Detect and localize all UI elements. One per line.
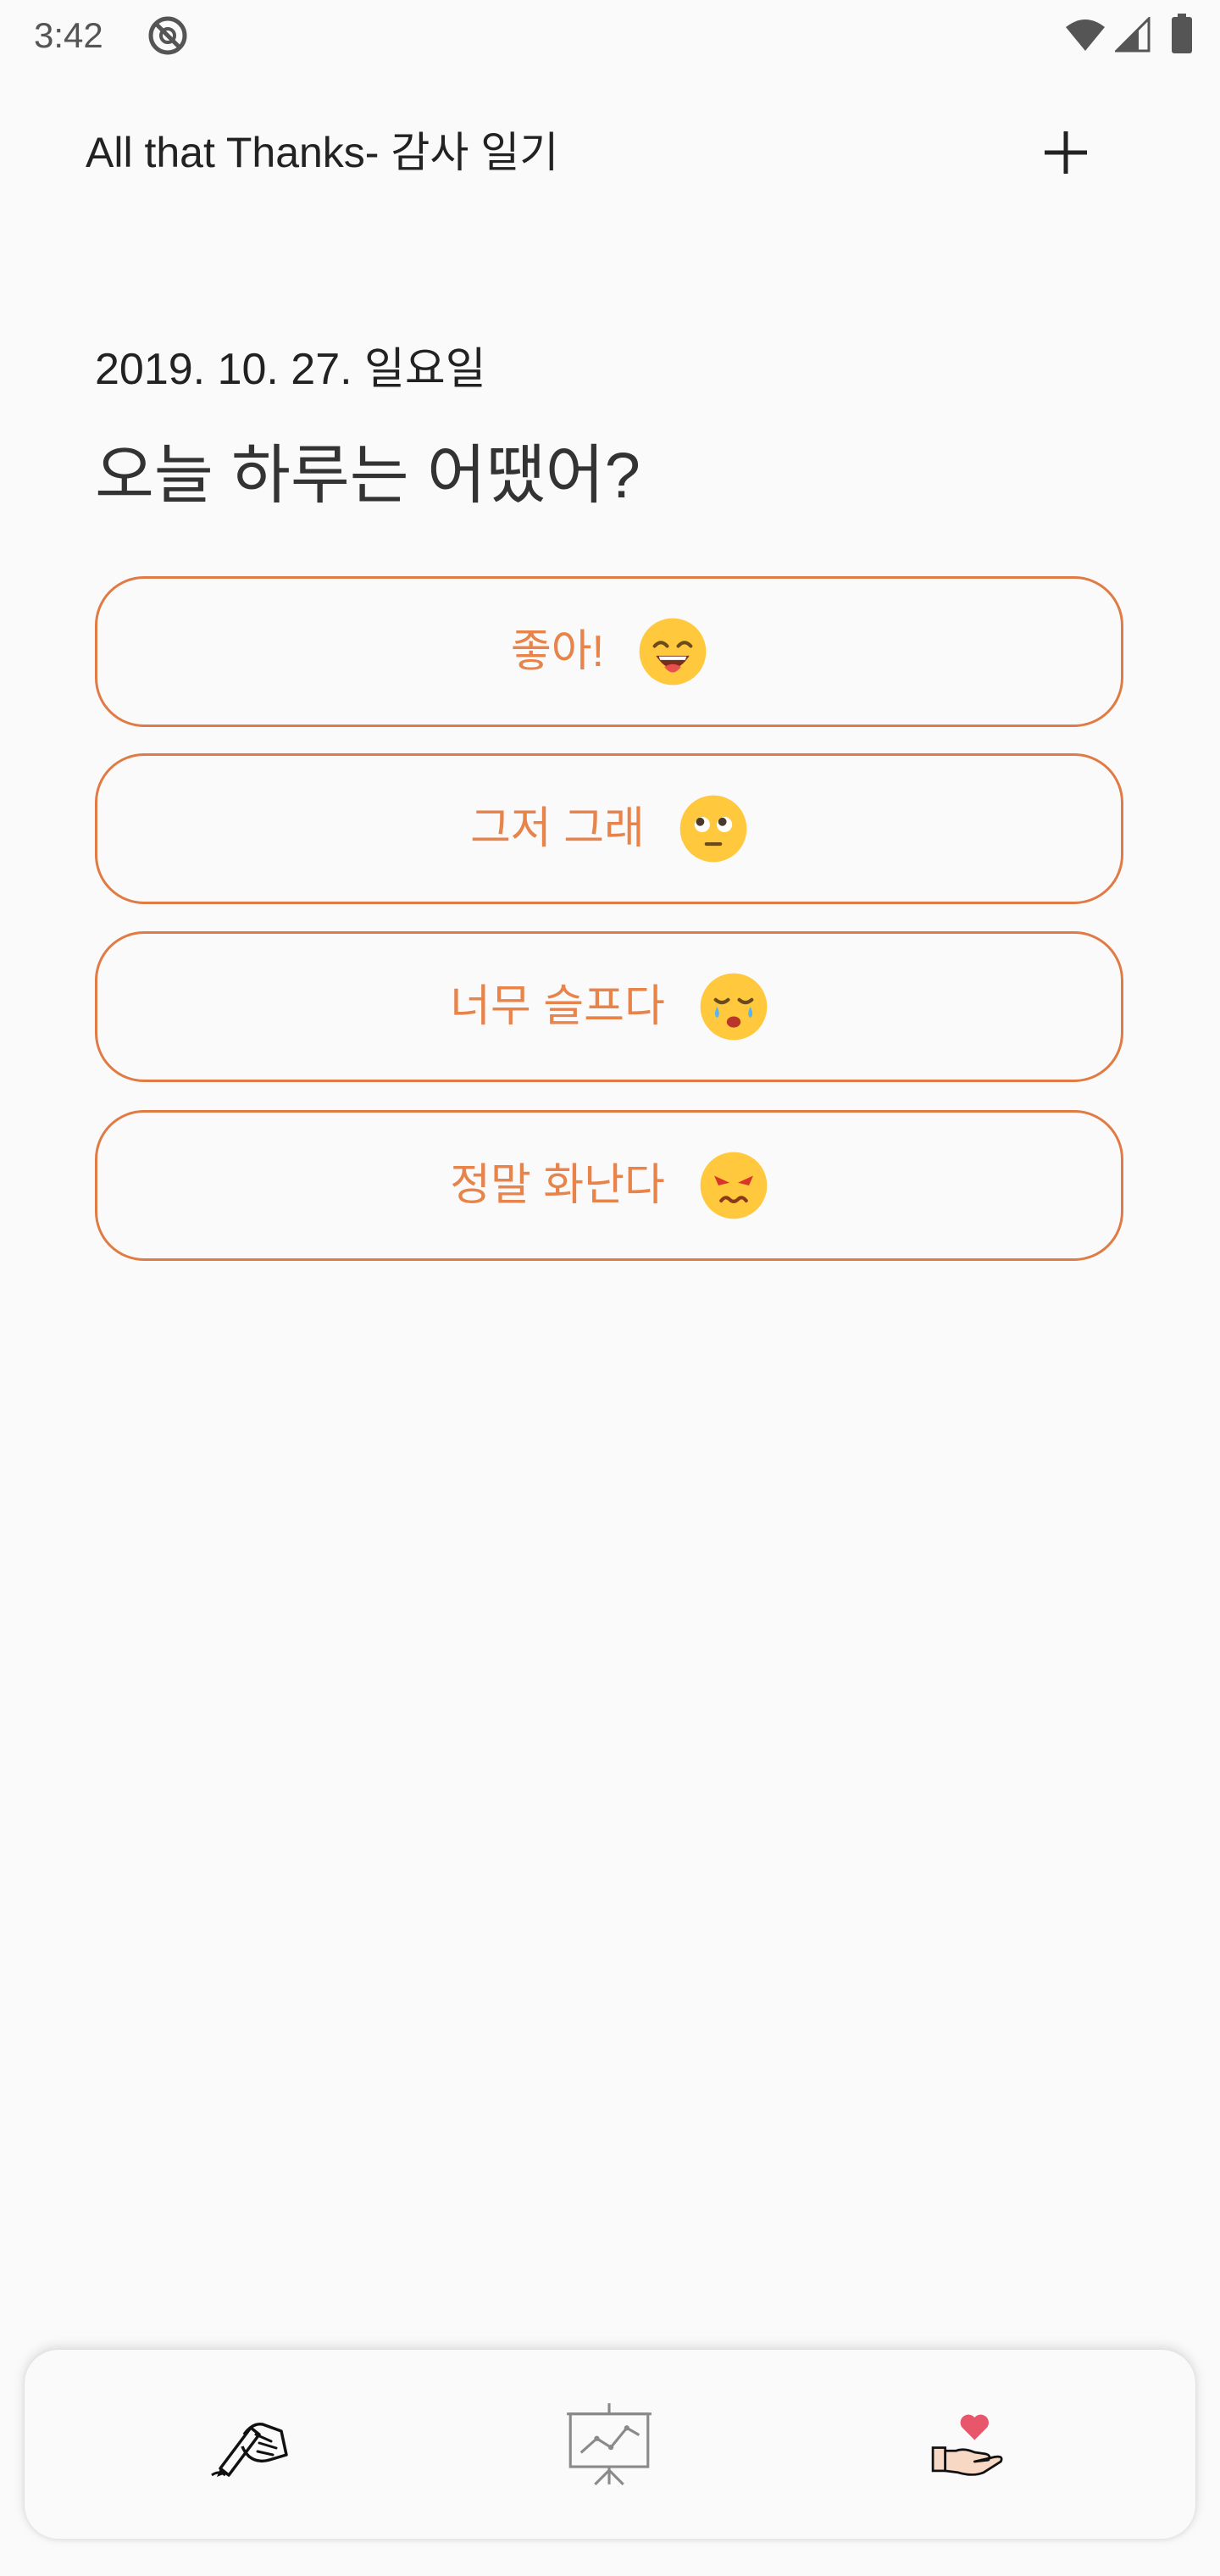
- add-entry-button[interactable]: [1032, 119, 1100, 186]
- crying-face-icon: [700, 973, 768, 1041]
- status-bar: 3:42: [0, 0, 1220, 71]
- app-title: All that Thanks- 감사 일기: [86, 129, 559, 176]
- wifi-icon: [1066, 19, 1105, 51]
- mood-button-angry[interactable]: 정말 화난다: [95, 1110, 1123, 1261]
- mood-label: 좋아!: [510, 627, 605, 676]
- mood-label: 그저 그래: [470, 804, 645, 853]
- mood-button-good[interactable]: 좋아!: [95, 576, 1123, 727]
- hand-heart-icon: [931, 2414, 1003, 2476]
- mood-label: 정말 화난다: [450, 1161, 665, 1210]
- writing-hand-icon: [211, 2423, 288, 2477]
- angry-face-icon: [700, 1152, 768, 1219]
- mood-button-so-so[interactable]: 그저 그래: [95, 753, 1123, 904]
- mood-label: 너무 슬프다: [450, 982, 665, 1031]
- battery-icon: [1172, 14, 1192, 53]
- nav-item-write[interactable]: [187, 2380, 314, 2507]
- nav-item-thanks[interactable]: [905, 2380, 1032, 2507]
- nav-item-statistics[interactable]: [546, 2380, 673, 2507]
- plus-icon: [1045, 131, 1087, 174]
- current-date: 2019. 10. 27. 일요일: [95, 345, 486, 394]
- grinning-squinting-tongue-face-icon: [639, 618, 707, 686]
- signal-icon: [1115, 17, 1151, 53]
- data-saver-icon: [148, 16, 187, 55]
- bottom-navigation: [25, 2350, 1195, 2539]
- presentation-chart-icon: [567, 2403, 652, 2485]
- eye-roll-face-icon: [679, 795, 747, 863]
- status-time: 3:42: [34, 15, 103, 55]
- mood-question: 오늘 하루는 어땠어?: [95, 440, 640, 512]
- mood-button-sad[interactable]: 너무 슬프다: [95, 931, 1123, 1082]
